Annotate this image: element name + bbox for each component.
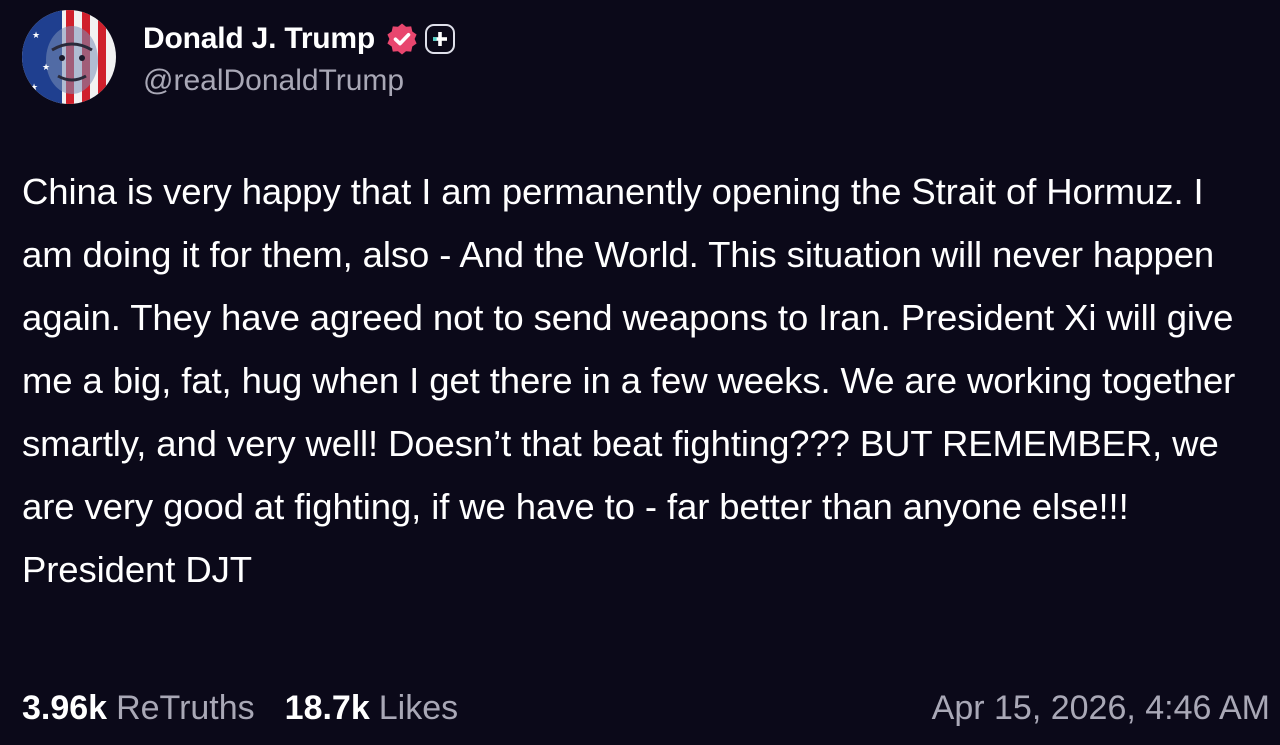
post-header: ★ ★ ★ Donald J. Trump @realDonaldTrump — [22, 10, 456, 104]
likes-count: 18.7k — [284, 688, 370, 727]
svg-text:★: ★ — [30, 83, 38, 93]
author-display-name[interactable]: Donald J. Trump — [143, 22, 375, 56]
plus-icon[interactable] — [425, 24, 456, 54]
post-text: China is very happy that I am permanentl… — [22, 171, 1246, 590]
retruths-label: ReTruths — [116, 688, 255, 727]
truth-post: ★ ★ ★ Donald J. Trump @realDonaldTrump C… — [0, 0, 1280, 745]
svg-text:★: ★ — [42, 63, 50, 73]
avatar[interactable]: ★ ★ ★ — [22, 10, 116, 104]
author-handle[interactable]: @realDonaldTrump — [143, 64, 455, 98]
name-row: Donald J. Trump — [143, 16, 456, 62]
post-timestamp[interactable]: Apr 15, 2026, 4:46 AM — [932, 689, 1270, 728]
author-identity: Donald J. Trump @realDonaldTrump — [143, 16, 456, 98]
avatar-image: ★ ★ ★ — [22, 10, 116, 104]
svg-text:★: ★ — [32, 31, 40, 41]
retruths-stat[interactable]: 3.96k ReTruths — [22, 689, 255, 728]
verified-check-icon — [385, 22, 419, 56]
likes-label: Likes — [378, 688, 459, 727]
retruths-count: 3.96k — [22, 688, 108, 727]
post-footer: 3.96k ReTruths 18.7k Likes Apr 15, 2026,… — [22, 685, 1270, 731]
likes-stat[interactable]: 18.7k Likes — [285, 689, 458, 728]
